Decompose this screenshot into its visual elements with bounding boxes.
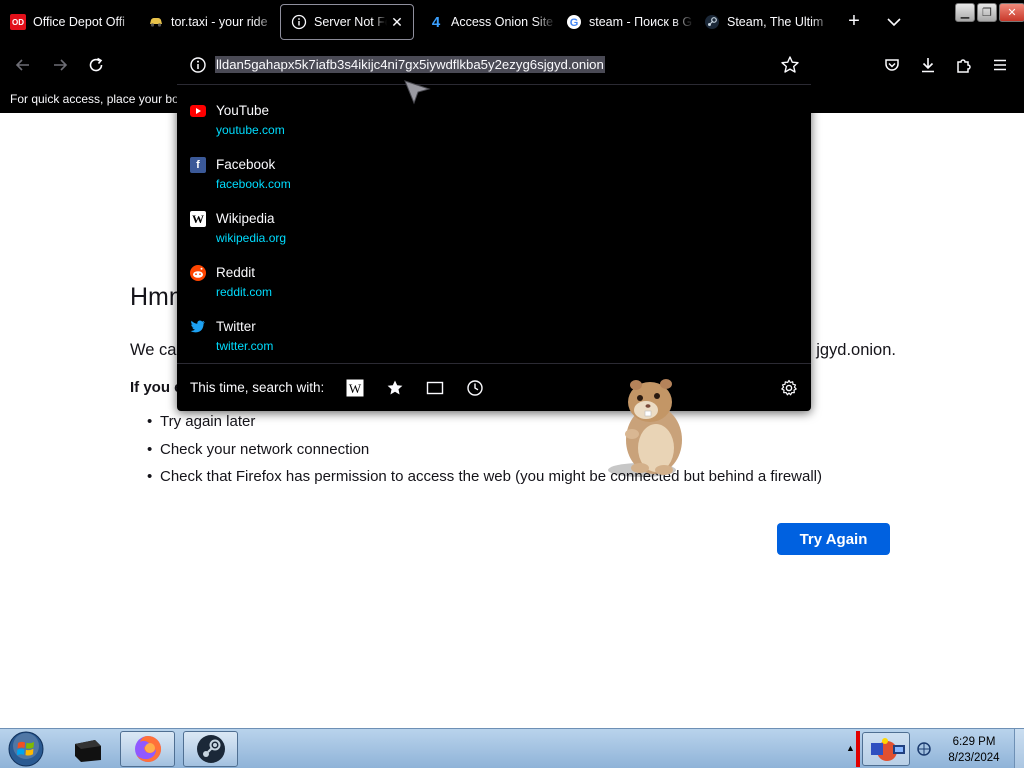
taskbar-clock[interactable]: 6:29 PM 8/23/2024 bbox=[938, 734, 1010, 766]
suggestion-url: facebook.com bbox=[216, 177, 291, 191]
tab-server-not-found[interactable]: Server Not Foun ✕ bbox=[280, 4, 414, 40]
reddit-icon bbox=[190, 265, 206, 281]
taskbar-dark-app-icon[interactable] bbox=[60, 731, 115, 767]
suggestion-twitter[interactable]: Twitter twitter.com bbox=[177, 311, 811, 365]
tray-red-bar-icon bbox=[856, 731, 860, 767]
list-item: Check that Firefox has permission to acc… bbox=[147, 468, 822, 496]
google-icon: G bbox=[566, 14, 582, 30]
site-info-icon[interactable] bbox=[189, 56, 207, 74]
try-again-button[interactable]: Try Again bbox=[777, 523, 890, 555]
suggestion-title: Wikipedia bbox=[216, 211, 275, 226]
reload-icon[interactable] bbox=[83, 52, 109, 78]
suggestion-facebook[interactable]: f Facebook facebook.com bbox=[177, 149, 811, 203]
search-settings-gear-icon[interactable] bbox=[779, 378, 799, 398]
suggestion-url: youtube.com bbox=[216, 123, 285, 137]
facebook-icon: f bbox=[190, 157, 206, 173]
windows-taskbar: ▲ 6:29 PM 8/23/2024 bbox=[0, 728, 1024, 768]
suggestion-title: Twitter bbox=[216, 319, 256, 334]
forward-icon[interactable] bbox=[47, 52, 73, 78]
error-description-start: We ca bbox=[130, 341, 177, 359]
taskbar-steam-icon[interactable] bbox=[183, 731, 238, 767]
office-depot-icon: OD bbox=[10, 14, 26, 30]
tab-tor-taxi[interactable]: tor.taxi - your ride bbox=[138, 4, 276, 40]
urlbar-dropdown: lldan5gahapx5k7iafb3s4ikijc4ni7gx5iywdfl… bbox=[177, 45, 811, 411]
close-window-button[interactable]: ✕ bbox=[999, 3, 1024, 22]
suggestion-title: Facebook bbox=[216, 157, 276, 172]
tab-strip: OD Office Depot Offi tor.taxi - your rid… bbox=[0, 0, 1024, 44]
hamster-desktop-pet-image bbox=[600, 376, 692, 478]
downloads-icon[interactable] bbox=[915, 52, 941, 78]
tab-label: Server Not Foun bbox=[314, 15, 387, 29]
error-description-end: jgyd.onion. bbox=[816, 341, 896, 359]
suggestion-url: twitter.com bbox=[216, 339, 274, 353]
one-off-search-bar: This time, search with: W bbox=[177, 363, 811, 411]
tab-office-depot[interactable]: OD Office Depot Offi bbox=[0, 4, 138, 40]
tab-label: Access Onion Site bbox=[451, 15, 554, 29]
pocket-icon[interactable] bbox=[879, 52, 905, 78]
tab-label: Office Depot Offi bbox=[33, 15, 125, 29]
search-with-label: This time, search with: bbox=[190, 380, 325, 395]
onion-4-icon: 4 bbox=[431, 13, 441, 31]
error-suggestion-heading: If you e bbox=[130, 379, 183, 396]
urlbar[interactable]: lldan5gahapx5k7iafb3s4ikijc4ni7gx5iywdfl… bbox=[177, 45, 811, 85]
show-hidden-icons-arrow-icon[interactable]: ▲ bbox=[846, 743, 855, 753]
tray-app-icon[interactable] bbox=[862, 732, 910, 766]
minimize-button[interactable]: ▁ bbox=[955, 3, 975, 22]
wikipedia-icon: W bbox=[190, 211, 206, 227]
start-button[interactable] bbox=[4, 730, 48, 768]
bookmarks-search-icon[interactable] bbox=[385, 378, 405, 398]
restore-button[interactable]: ❐ bbox=[977, 3, 997, 22]
svg-text:G: G bbox=[570, 17, 579, 29]
suggestion-url: wikipedia.org bbox=[216, 231, 287, 245]
tab-label: tor.taxi - your ride bbox=[171, 15, 268, 29]
twitter-icon bbox=[190, 319, 206, 335]
network-icon[interactable] bbox=[916, 741, 932, 757]
bookmark-star-icon[interactable] bbox=[780, 55, 800, 75]
taxi-icon bbox=[148, 14, 164, 30]
list-tabs-chevron-icon[interactable] bbox=[884, 12, 904, 32]
tab-google-steam[interactable]: G steam - Поиск в G bbox=[556, 4, 694, 40]
suggestion-title: YouTube bbox=[216, 103, 270, 118]
taskbar-firefox-icon[interactable] bbox=[120, 731, 175, 767]
history-search-icon[interactable] bbox=[465, 378, 485, 398]
list-item: Check your network connection bbox=[147, 441, 822, 469]
urlbar-input[interactable]: lldan5gahapx5k7iafb3s4ikijc4ni7gx5iywdfl… bbox=[215, 56, 605, 73]
list-item: Try again later bbox=[147, 413, 822, 441]
svg-text:W: W bbox=[349, 381, 362, 396]
tab-access-onion[interactable]: 4 Access Onion Site bbox=[418, 4, 556, 40]
tabs-search-icon[interactable] bbox=[425, 378, 445, 398]
youtube-icon bbox=[190, 103, 206, 119]
suggestion-youtube[interactable]: YouTube youtube.com bbox=[177, 95, 811, 149]
suggestion-reddit[interactable]: Reddit reddit.com bbox=[177, 257, 811, 311]
info-icon bbox=[291, 14, 307, 30]
suggestion-url: reddit.com bbox=[216, 285, 273, 299]
show-desktop-button[interactable] bbox=[1014, 729, 1024, 768]
back-icon[interactable] bbox=[10, 52, 36, 78]
tab-label: Steam, The Ultim bbox=[727, 15, 824, 29]
new-tab-button[interactable]: + bbox=[843, 10, 865, 34]
clock-date: 8/23/2024 bbox=[948, 752, 1000, 764]
error-suggestion-list: Try again later Check your network conne… bbox=[147, 413, 822, 496]
steam-icon bbox=[704, 14, 720, 30]
clock-time: 6:29 PM bbox=[952, 736, 996, 748]
suggestion-title: Reddit bbox=[216, 265, 256, 280]
close-tab-icon[interactable]: ✕ bbox=[387, 14, 407, 31]
tab-label: steam - Поиск в G bbox=[589, 15, 693, 29]
window-controls: ▁ ❐ ✕ bbox=[955, 3, 1024, 22]
menu-hamburger-icon[interactable] bbox=[987, 52, 1013, 78]
tab-steam[interactable]: Steam, The Ultim bbox=[694, 4, 832, 40]
extensions-icon[interactable] bbox=[951, 52, 977, 78]
wikipedia-search-icon[interactable]: W bbox=[345, 378, 365, 398]
mouse-cursor-icon bbox=[403, 78, 431, 106]
suggestion-wikipedia[interactable]: W Wikipedia wikipedia.org bbox=[177, 203, 811, 257]
